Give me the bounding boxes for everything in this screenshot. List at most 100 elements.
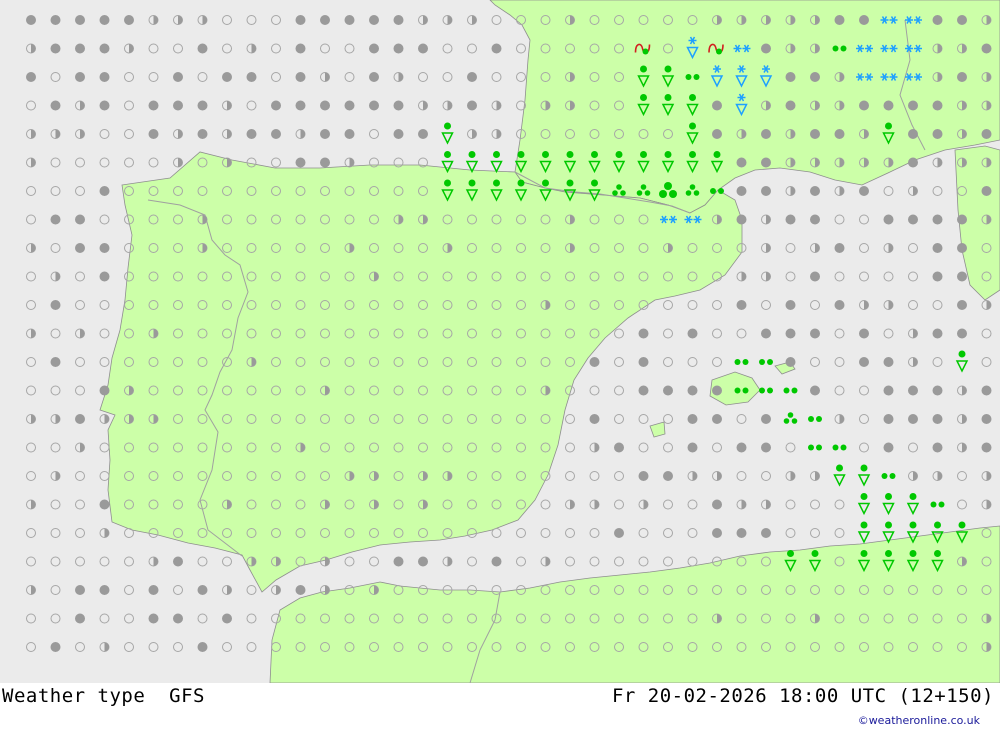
overcast-icon <box>75 72 85 82</box>
overcast-icon <box>834 129 845 139</box>
overcast-icon <box>712 499 722 510</box>
overcast-icon <box>50 300 61 310</box>
overcast-icon <box>712 385 722 396</box>
overcast-icon <box>50 43 61 54</box>
overcast-icon <box>785 328 796 339</box>
overcast-icon <box>810 129 820 139</box>
credit-link[interactable]: ©weatheronline.co.uk <box>858 714 980 727</box>
overcast-icon <box>197 100 208 111</box>
overcast-icon <box>712 528 722 538</box>
overcast-icon <box>663 385 673 396</box>
overcast-icon <box>418 556 428 567</box>
overcast-icon <box>981 129 992 139</box>
overcast-icon <box>785 300 796 310</box>
overcast-icon <box>344 15 355 25</box>
overcast-icon <box>932 129 943 139</box>
overcast-icon <box>883 442 894 453</box>
overcast-icon <box>99 72 110 82</box>
overcast-icon <box>418 129 428 139</box>
overcast-icon <box>957 243 967 253</box>
overcast-icon <box>883 357 894 367</box>
overcast-icon <box>687 328 698 339</box>
overcast-icon <box>932 214 943 225</box>
overcast-icon <box>50 15 61 25</box>
overcast-icon <box>173 613 183 624</box>
overcast-icon <box>50 642 61 652</box>
overcast-icon <box>222 613 232 624</box>
overcast-icon <box>736 157 747 168</box>
overcast-icon <box>834 15 845 25</box>
overcast-icon <box>810 385 820 396</box>
overcast-icon <box>638 357 649 367</box>
overcast-icon <box>320 157 330 168</box>
overcast-icon <box>638 471 649 481</box>
overcast-icon <box>883 100 894 111</box>
overcast-icon <box>859 15 869 25</box>
overcast-icon <box>932 243 943 253</box>
overcast-icon <box>638 328 649 339</box>
overcast-icon <box>148 585 159 595</box>
overcast-icon <box>295 585 306 595</box>
overcast-icon <box>932 271 943 282</box>
overcast-icon <box>908 414 918 424</box>
overcast-icon <box>320 15 330 25</box>
overcast-icon <box>467 72 477 82</box>
overcast-icon <box>712 414 722 424</box>
overcast-icon <box>124 15 134 25</box>
overcast-icon <box>614 528 624 538</box>
map-canvas <box>0 0 1000 683</box>
overcast-icon <box>932 15 943 25</box>
overcast-icon <box>75 214 85 225</box>
overcast-icon <box>99 186 110 196</box>
overcast-icon <box>148 613 159 624</box>
overcast-icon <box>393 129 404 139</box>
overcast-icon <box>883 385 894 396</box>
overcast-icon <box>295 43 306 54</box>
overcast-icon <box>687 414 698 424</box>
overcast-icon <box>148 100 159 111</box>
overcast-icon <box>761 186 771 196</box>
overcast-icon <box>932 385 943 396</box>
overcast-icon <box>320 129 330 139</box>
overcast-icon <box>75 15 85 25</box>
overcast-icon <box>736 186 747 196</box>
overcast-icon <box>99 499 110 510</box>
overcast-icon <box>712 129 722 139</box>
overcast-icon <box>932 442 943 453</box>
overcast-icon <box>197 585 208 595</box>
overcast-icon <box>99 15 110 25</box>
weather-map <box>0 0 1000 683</box>
overcast-icon <box>957 15 967 25</box>
overcast-icon <box>736 300 747 310</box>
overcast-icon <box>883 214 894 225</box>
overcast-icon <box>467 100 477 111</box>
overcast-icon <box>810 186 820 196</box>
overcast-icon <box>810 214 820 225</box>
overcast-icon <box>393 556 404 567</box>
overcast-icon <box>785 214 796 225</box>
overcast-icon <box>295 72 306 82</box>
overcast-icon <box>295 15 306 25</box>
overcast-icon <box>369 100 379 111</box>
overcast-icon <box>369 72 379 82</box>
overcast-icon <box>736 442 747 453</box>
overcast-icon <box>173 72 183 82</box>
overcast-icon <box>981 414 992 424</box>
overcast-icon <box>344 129 355 139</box>
overcast-icon <box>75 243 85 253</box>
overcast-icon <box>99 271 110 282</box>
overcast-icon <box>981 385 992 396</box>
overcast-icon <box>295 100 306 111</box>
overcast-icon <box>761 129 771 139</box>
overcast-icon <box>761 328 771 339</box>
overcast-icon <box>785 100 796 111</box>
overcast-icon <box>99 243 110 253</box>
overcast-icon <box>197 642 208 652</box>
overcast-icon <box>99 100 110 111</box>
overcast-icon <box>589 357 600 367</box>
overcast-icon <box>197 43 208 54</box>
overcast-icon <box>859 100 869 111</box>
overcast-icon <box>50 100 61 111</box>
overcast-icon <box>859 186 869 196</box>
overcast-icon <box>295 157 306 168</box>
